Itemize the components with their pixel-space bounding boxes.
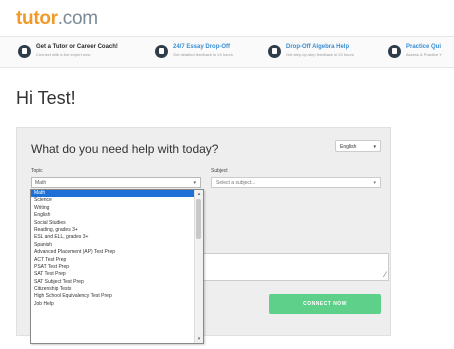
topic-option[interactable]: Citizenship Tests <box>31 286 194 293</box>
topic-select[interactable]: Math ▾ <box>31 177 201 188</box>
scroll-thumb[interactable] <box>196 199 201 239</box>
topic-options: Math Science Writing English Social Studies R… <box>31 190 194 308</box>
topic-option[interactable]: Reading, grades 3+ <box>31 227 194 234</box>
promo-title: Practice Qui <box>406 44 442 50</box>
topic-option[interactable]: Science <box>31 197 194 204</box>
essay-icon <box>155 45 168 58</box>
resize-handle-icon[interactable]: ∕ <box>385 270 386 279</box>
greeting: Hi Test! <box>16 88 76 108</box>
logo-suffix: .com <box>57 8 98 29</box>
topic-option[interactable]: Advanced Placement (AP) Test Prep <box>31 249 194 256</box>
dropdown-scrollbar[interactable]: ▴ ▾ <box>194 190 203 343</box>
top-bar: tutor.com <box>0 0 454 34</box>
subject-label: Subject <box>211 168 228 174</box>
topic-label: Topic <box>31 168 43 174</box>
connect-now-button[interactable]: CONNECT NOW <box>269 294 381 314</box>
topic-option[interactable]: English <box>31 212 194 219</box>
promo-subtitle: Get step-by-step feedback in 24 hours <box>286 52 354 57</box>
topic-option[interactable]: Job Help <box>31 301 194 308</box>
promo-bar: Get a Tutor or Career Coach! Connect wit… <box>0 36 454 68</box>
practice-icon <box>388 45 401 58</box>
topic-option[interactable]: High School Equivalency Test Prep <box>31 293 194 300</box>
promo-title: 24/7 Essay Drop-Off <box>173 44 231 50</box>
promo-subtitle: Connect with a live expert now <box>36 52 91 57</box>
subject-select[interactable]: Select a subject... ▾ <box>211 177 381 188</box>
tutor-logo[interactable]: tutor.com <box>16 8 98 30</box>
topic-option[interactable]: Social Studies <box>31 220 194 227</box>
scroll-down-icon[interactable]: ▾ <box>196 336 202 342</box>
chevron-down-icon: ▾ <box>373 144 376 150</box>
promo-title: Get a Tutor or Career Coach! <box>36 44 118 50</box>
topic-option[interactable]: SAT Test Prep <box>31 271 194 278</box>
language-value: English <box>340 144 357 150</box>
subject-placeholder: Select a subject... <box>216 180 256 186</box>
promo-subtitle: Assess & Practice Y <box>406 52 442 57</box>
question-textarea[interactable]: ∕ <box>195 253 389 281</box>
promo-title: Drop-Off Algebra Help <box>286 44 350 50</box>
topic-option[interactable]: Math <box>31 190 194 198</box>
topic-value: Math <box>35 180 47 186</box>
topic-option[interactable]: PSAT Test Prep <box>31 264 194 271</box>
promo-subtitle: Get detailed feedback in 24 hours <box>173 52 233 57</box>
tutor-icon <box>18 45 31 58</box>
topic-option[interactable]: ACT Test Prep <box>31 257 194 264</box>
logo-text: tutor <box>16 8 58 29</box>
topic-option[interactable]: Spanish <box>31 242 194 249</box>
language-select[interactable]: English ▾ <box>335 140 381 152</box>
chevron-down-icon: ▾ <box>193 180 196 186</box>
algebra-icon <box>268 45 281 58</box>
chevron-down-icon: ▾ <box>373 180 376 186</box>
scroll-up-icon[interactable]: ▴ <box>196 191 202 197</box>
form-title: What do you need help with today? <box>31 142 219 156</box>
topic-option[interactable]: ESL and ELL, grades 3+ <box>31 234 194 241</box>
topic-option[interactable]: SAT Subject Test Prep <box>31 279 194 286</box>
topic-dropdown-list[interactable]: Math Science Writing English Social Studies R… <box>30 189 204 344</box>
topic-option[interactable]: Writing <box>31 205 194 212</box>
